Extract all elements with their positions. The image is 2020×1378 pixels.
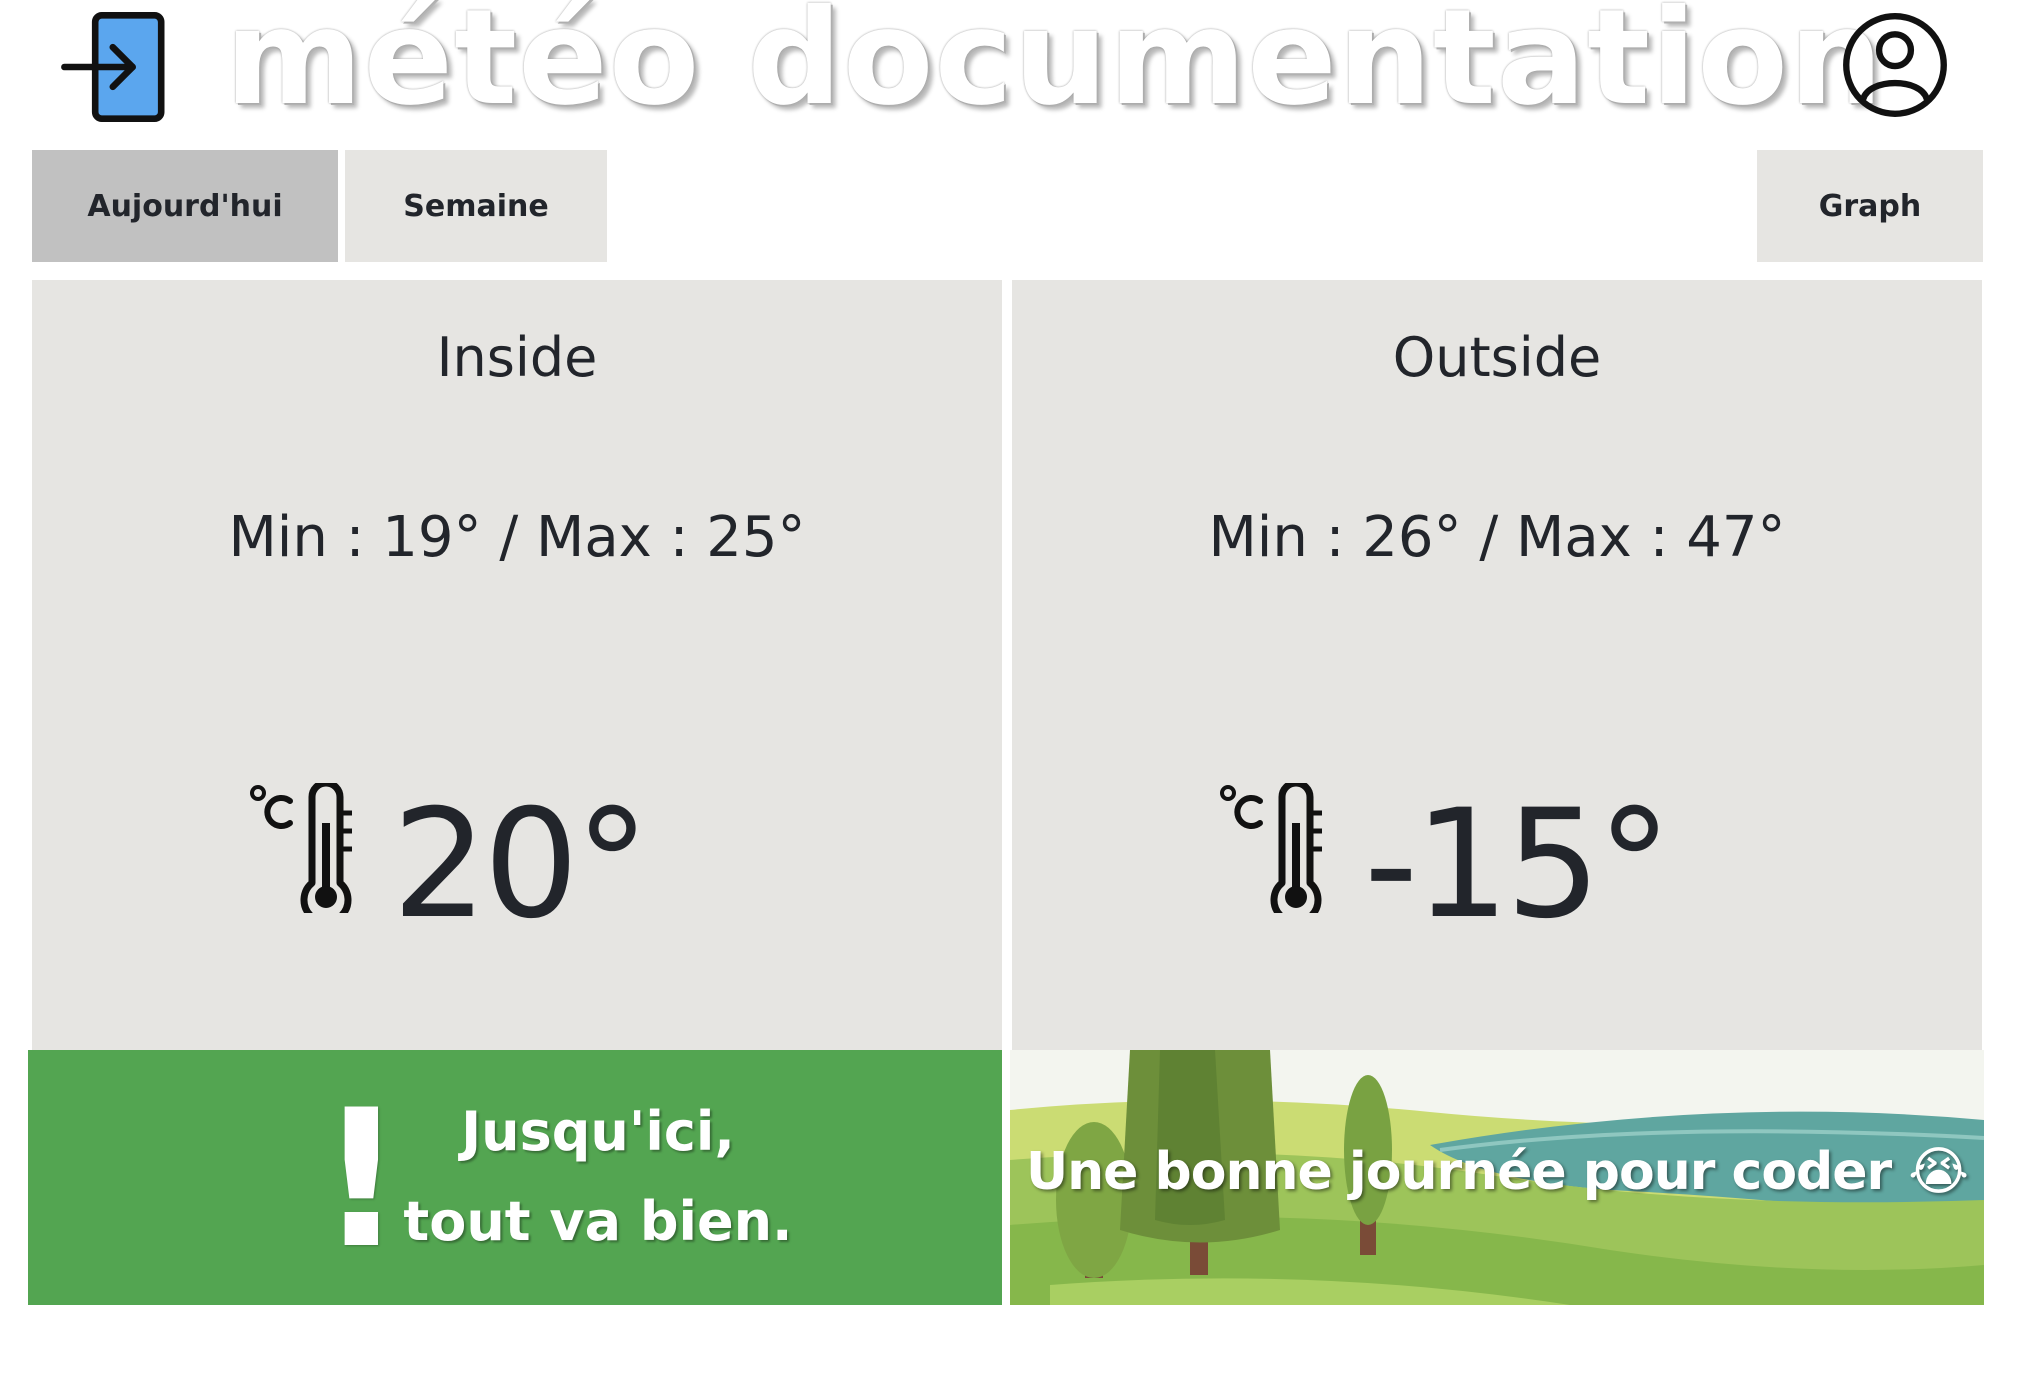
inside-panel: Inside Min : 19° / Max : 25° 20° [32,280,1002,1050]
scene-message: Une bonne journée pour coder 😭 [1025,1142,1969,1202]
outside-panel: Outside Min : 26° / Max : 47° -15° [1012,280,1982,1050]
status-line-1: Jusqu'ici, [461,1100,735,1163]
inside-title: Inside [436,326,598,389]
site-title: météo documentation [225,0,1884,135]
inside-temperature: 20° [392,778,650,952]
thermometer-celsius-icon [1216,783,1336,913]
outside-min-max: Min : 26° / Max : 47° [1208,505,1786,570]
thermometer-celsius-icon [246,783,366,913]
tab-graph[interactable]: Graph [1757,150,1983,262]
tab-today[interactable]: Aujourd'hui [32,150,338,262]
outside-temperature: -15° [1364,778,1672,952]
status-line-2: tout va bien. [403,1190,793,1253]
status-banner: ! Jusqu'ici, tout va bien. [28,1050,1002,1305]
exclamation-icon: ! [318,1069,405,1290]
outside-current: -15° [1012,775,1982,955]
outside-title: Outside [1392,326,1602,389]
header: météo documentation [0,0,2020,145]
inside-current: 20° [32,775,1002,955]
inside-min-max: Min : 19° / Max : 25° [228,505,806,570]
user-account-icon[interactable] [1842,12,1948,118]
login-icon[interactable] [60,12,170,122]
landscape-banner: Une bonne journée pour coder 😭 [1010,1050,1984,1305]
tab-week[interactable]: Semaine [345,150,607,262]
